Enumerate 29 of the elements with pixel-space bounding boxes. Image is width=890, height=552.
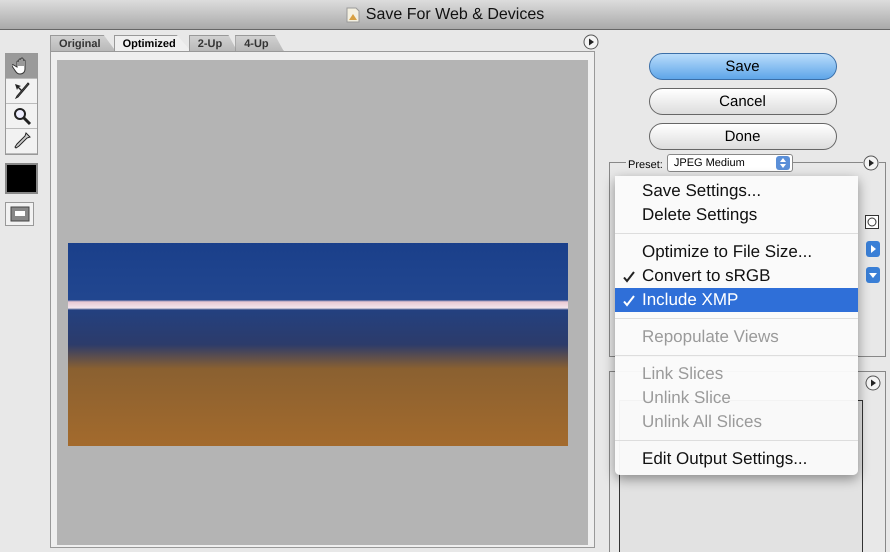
view-tab[interactable]: Optimized — [114, 35, 191, 51]
preview-toggle-icon[interactable] — [5, 202, 34, 226]
play-menu-icon[interactable] — [865, 375, 881, 391]
play-menu-icon[interactable] — [583, 34, 599, 50]
preset-dropdown[interactable]: JPEG Medium — [666, 154, 793, 172]
view-tab[interactable]: 4-Up — [235, 35, 284, 51]
stepper-icon — [776, 156, 790, 170]
view-tab[interactable]: 2-Up — [188, 35, 238, 51]
radio-icon[interactable] — [865, 215, 879, 229]
menu-item[interactable]: Save Settings... — [615, 179, 858, 203]
arrow-right-icon[interactable] — [866, 241, 880, 257]
arrow-down-icon[interactable] — [866, 267, 880, 283]
menu-item[interactable]: Edit Output Settings... — [615, 447, 858, 471]
menu-item[interactable]: Include XMP — [615, 288, 858, 312]
color-swatch[interactable] — [5, 163, 38, 194]
play-menu-icon[interactable] — [863, 155, 879, 171]
zoom-tool-icon[interactable] — [6, 104, 37, 129]
hand-tool-icon[interactable] — [6, 54, 37, 79]
menu-item[interactable]: Convert to sRGB — [615, 264, 858, 288]
menu-item[interactable]: Optimize to File Size... — [615, 240, 858, 264]
document-icon — [346, 6, 360, 22]
dialog-button[interactable]: Save — [648, 53, 836, 80]
dialog-button[interactable]: Done — [648, 123, 836, 150]
dialog-button[interactable]: Cancel — [648, 88, 836, 115]
menu-item[interactable]: Delete Settings — [615, 203, 858, 227]
eyedropper-tool-icon[interactable] — [6, 129, 37, 154]
slice-select-tool-icon[interactable] — [6, 79, 37, 104]
window-title: Save For Web & Devices — [366, 6, 544, 24]
view-tab[interactable]: Original — [50, 35, 116, 51]
